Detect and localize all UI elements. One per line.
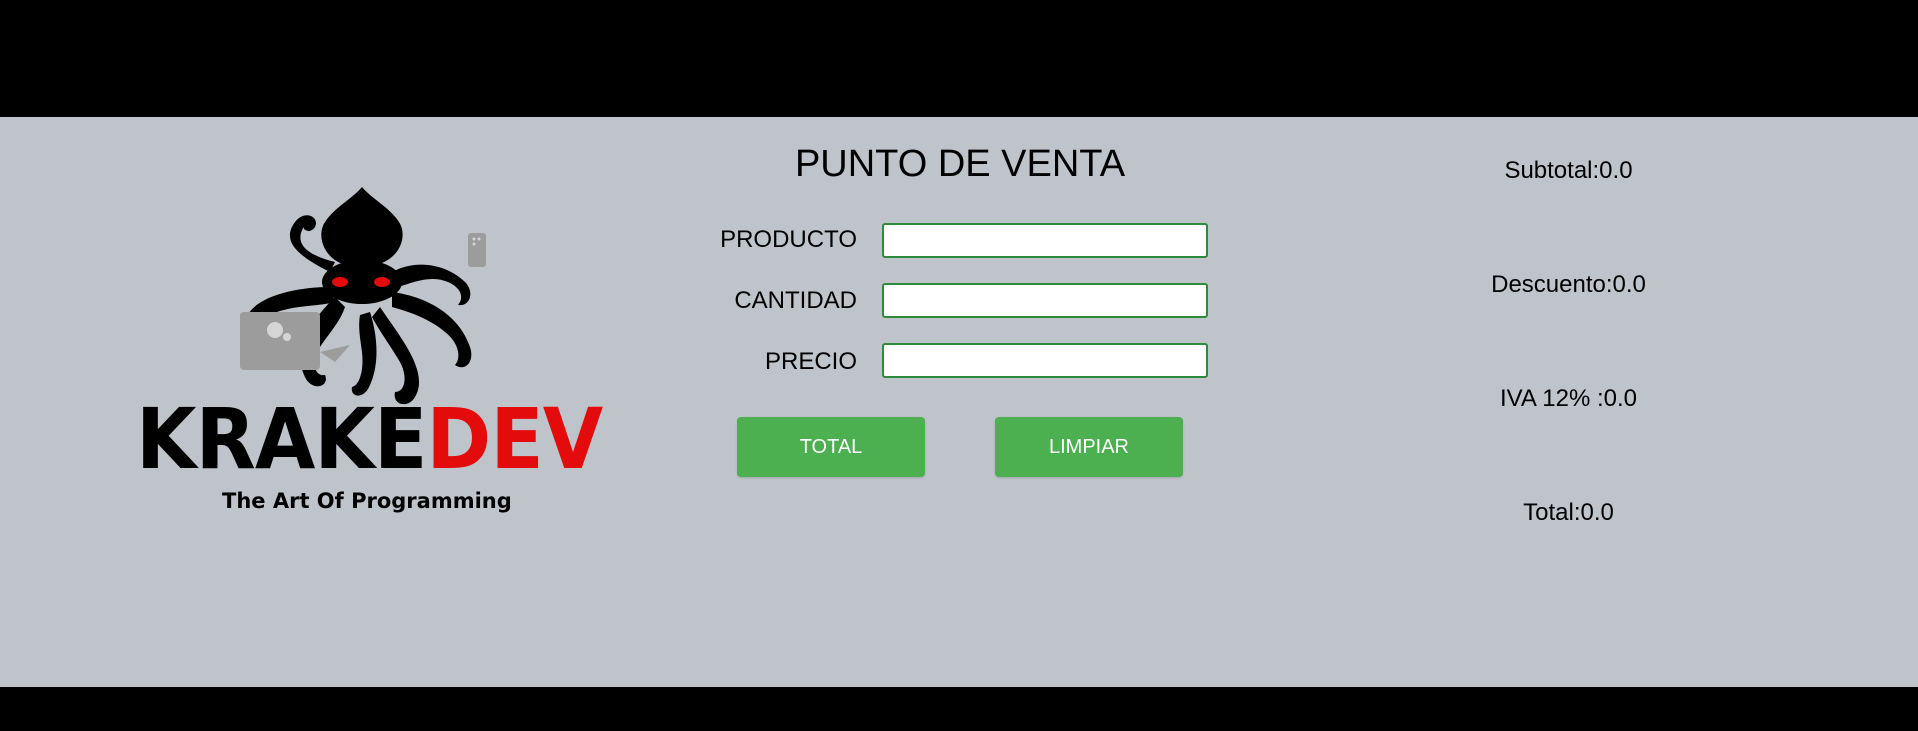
precio-label: PRECIO xyxy=(764,348,857,375)
logo-word-black: KRAKE xyxy=(136,390,427,488)
page-title: PUNTO DE VENTA xyxy=(794,143,1126,185)
descuento-text: Descuento:0.0 xyxy=(1491,271,1646,298)
krakedev-logo: KRAKEDEV The Art Of Programming xyxy=(130,147,603,527)
logo-wordmark: KRAKEDEV xyxy=(136,397,603,481)
limpiar-button[interactable]: LIMPIAR xyxy=(995,417,1183,477)
total-text: Total:0.0 xyxy=(1523,499,1614,526)
top-bar xyxy=(0,0,1918,117)
octopus-icon xyxy=(240,187,486,405)
producto-input[interactable] xyxy=(882,223,1208,258)
cantidad-input[interactable] xyxy=(882,283,1208,318)
logo-word-red: DEV xyxy=(426,390,603,488)
subtotal-text: Subtotal:0.0 xyxy=(1504,157,1633,184)
producto-label: PRODUCTO xyxy=(720,226,857,253)
iva-text: IVA 12% :0.0 xyxy=(1500,385,1637,412)
total-button[interactable]: TOTAL xyxy=(737,417,925,477)
bottom-bar xyxy=(0,687,1918,731)
logo-tagline: The Art Of Programming xyxy=(222,489,512,513)
cantidad-label: CANTIDAD xyxy=(734,287,857,314)
precio-input[interactable] xyxy=(882,343,1208,378)
